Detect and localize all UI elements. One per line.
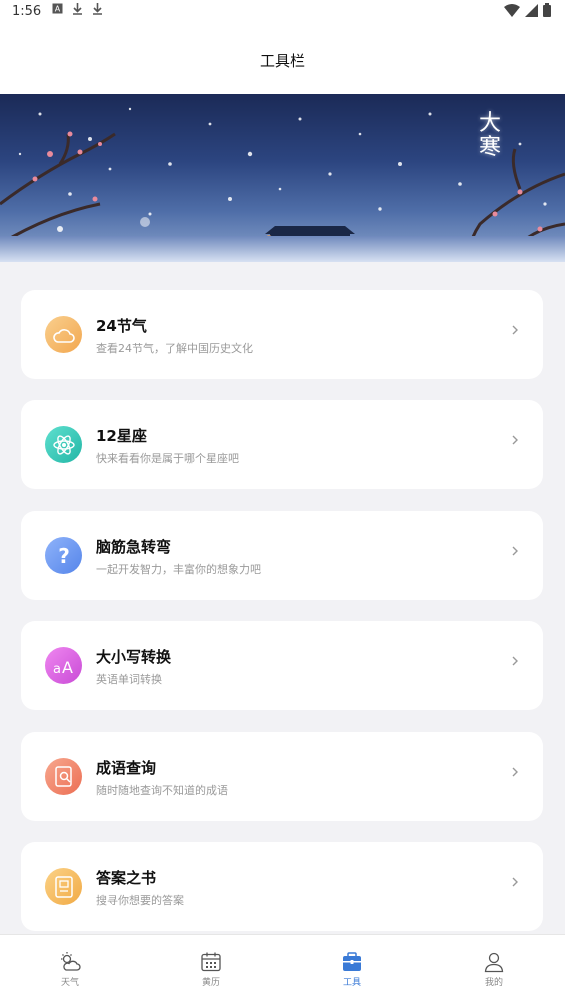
nav-label: 工具 (342, 978, 361, 988)
signal-icon (525, 3, 538, 21)
tool-description: 搜寻你想要的答案 (96, 894, 184, 907)
nav-label: 黄历 (201, 978, 220, 988)
nav-weather[interactable]: 天气 (40, 951, 100, 988)
nav-label: 我的 (484, 978, 503, 988)
calendar-icon (201, 952, 221, 972)
letter-case-icon: aA (45, 647, 82, 684)
svg-text:A: A (62, 658, 73, 675)
tool-card-zodiac[interactable]: 12星座 快来看看你是属于哪个星座吧 (21, 400, 543, 489)
atom-icon (45, 426, 82, 463)
tool-description: 随时随地查询不知道的成语 (96, 784, 228, 797)
banner-title: 大 寒 (478, 111, 501, 160)
cloud-icon (45, 316, 82, 353)
book-search-icon (45, 758, 82, 795)
tool-list: 24节气 查看24节气，了解中国历史文化 12星座 快来看看你是属于哪个星座吧 … (0, 262, 565, 934)
nav-profile[interactable]: 我的 (464, 951, 524, 988)
status-time: 1:56 (12, 4, 42, 19)
tool-description: 快来看看你是属于哪个星座吧 (96, 452, 239, 465)
profile-icon (484, 952, 504, 973)
chevron-right-icon (512, 435, 518, 445)
chevron-right-icon (512, 877, 518, 887)
download-icon (92, 3, 103, 18)
nav-almanac[interactable]: 黄历 (181, 951, 241, 988)
tool-card-answer-book[interactable]: 答案之书 搜寻你想要的答案 (21, 842, 543, 931)
question-icon: ? (45, 537, 82, 574)
tool-card-case-converter[interactable]: aA 大小写转换 英语单词转换 (21, 621, 543, 710)
svg-text:?: ? (58, 545, 70, 567)
answer-book-icon (45, 868, 82, 905)
wifi-icon (504, 3, 520, 21)
tool-title: 24节气 (96, 317, 147, 335)
tool-title: 大小写转换 (96, 648, 172, 666)
tool-description: 英语单词转换 (96, 673, 162, 686)
tool-card-idiom-search[interactable]: 成语查询 随时随地查询不知道的成语 (21, 732, 543, 821)
svg-text:a: a (53, 662, 61, 675)
status-bar: 1:56 A (0, 0, 565, 26)
banner-image: 大 寒 (0, 94, 565, 262)
chevron-right-icon (512, 656, 518, 666)
svg-text:A: A (55, 5, 61, 14)
nav-label: 天气 (60, 978, 79, 988)
tool-title: 12星座 (96, 427, 147, 445)
tool-card-brain-teaser[interactable]: ? 脑筋急转弯 一起开发智力，丰富你的想象力吧 (21, 511, 543, 600)
bottom-nav: 天气 黄历 工具 我的 (0, 934, 565, 1005)
tool-description: 一起开发智力，丰富你的想象力吧 (96, 563, 261, 576)
download-icon (72, 3, 83, 18)
a-box-icon: A (52, 3, 63, 18)
nav-tools[interactable]: 工具 (322, 951, 382, 988)
battery-icon (543, 3, 551, 21)
tool-title: 答案之书 (96, 869, 157, 887)
toolbox-icon (343, 952, 361, 971)
tool-title: 脑筋急转弯 (96, 538, 172, 556)
page-title: 工具栏 (259, 51, 305, 70)
chevron-right-icon (512, 546, 518, 556)
tool-title: 成语查询 (96, 759, 157, 777)
weather-icon (61, 952, 81, 971)
tool-card-solar-terms[interactable]: 24节气 查看24节气，了解中国历史文化 (21, 290, 543, 379)
chevron-right-icon (512, 767, 518, 777)
app-header: 工具栏 (0, 26, 565, 94)
chevron-right-icon (512, 325, 518, 335)
tool-description: 查看24节气，了解中国历史文化 (96, 342, 253, 355)
